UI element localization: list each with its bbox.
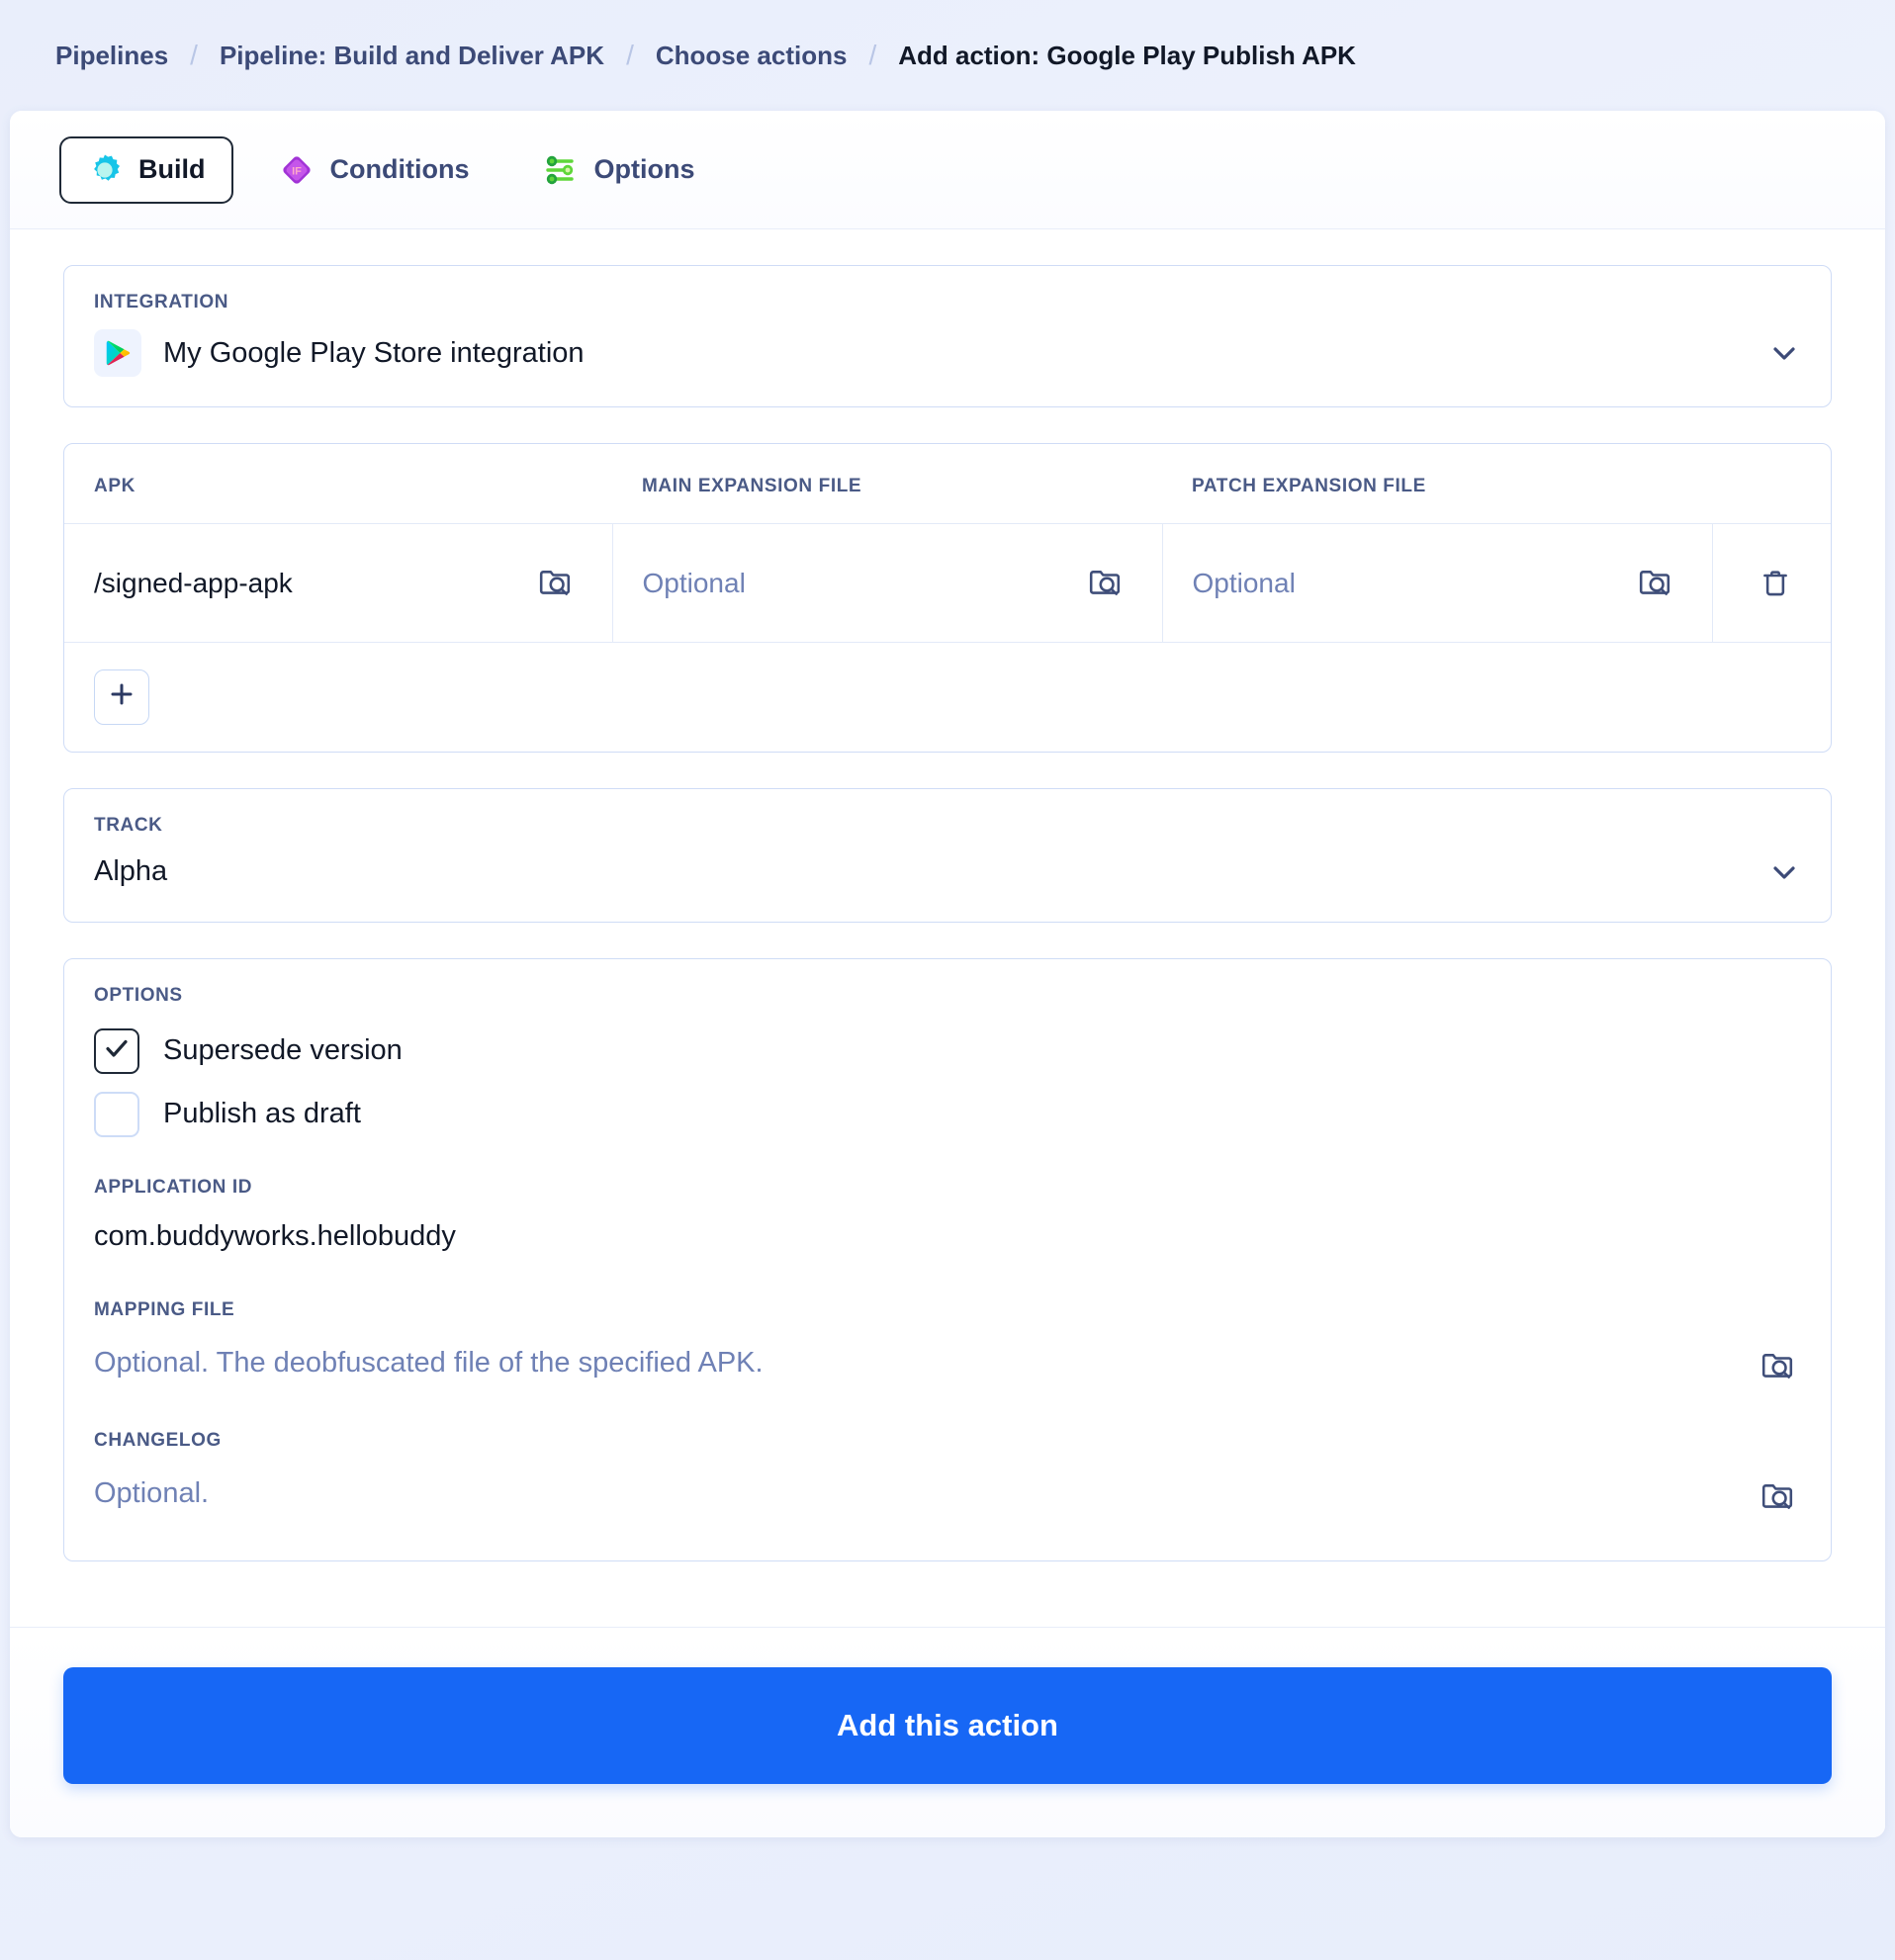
cell-main-expansion: Optional: [612, 523, 1163, 643]
column-header-apk: APK: [64, 444, 612, 524]
folder-search-icon[interactable]: [1631, 560, 1678, 607]
track-select[interactable]: Alpha: [64, 837, 1831, 922]
folder-search-icon[interactable]: [1754, 1343, 1801, 1390]
svg-text:IF: IF: [292, 165, 302, 177]
track-panel: TRACK Alpha: [63, 787, 1832, 923]
tab-options-label: Options: [593, 154, 695, 184]
options-panel: OPTIONS Supersede version Publish as dra…: [63, 957, 1832, 1561]
application-id-input[interactable]: com.buddyworks.hellobuddy: [94, 1220, 1801, 1260]
form-body: INTEGRATION My Google Play Store integra…: [10, 229, 1885, 1627]
breadcrumb-separator: /: [626, 40, 634, 70]
options-sliders-icon: [542, 152, 578, 188]
breadcrumb: Pipelines / Pipeline: Build and Deliver …: [0, 0, 1895, 111]
track-label: TRACK: [94, 814, 163, 836]
breadcrumb-item-current: Add action: Google Play Publish APK: [898, 40, 1356, 70]
tab-build-label: Build: [138, 154, 206, 184]
trash-icon[interactable]: [1752, 560, 1799, 607]
mapping-file-input[interactable]: Optional. The deobfuscated file of the s…: [94, 1347, 1754, 1386]
track-value: Alpha: [94, 855, 168, 887]
breadcrumb-item-pipeline[interactable]: Pipeline: Build and Deliver APK: [220, 41, 604, 71]
main-expansion-input[interactable]: Optional: [643, 568, 1081, 599]
application-id-label: APPLICATION ID: [94, 1176, 253, 1198]
apk-input[interactable]: /signed-app-apk: [94, 568, 531, 599]
integration-label: INTEGRATION: [94, 292, 229, 312]
google-play-icon: [94, 329, 141, 377]
files-table-panel: APK MAIN EXPANSION FILE PATCH EXPANSION …: [63, 443, 1832, 753]
check-icon: [103, 1034, 131, 1067]
integration-select[interactable]: My Google Play Store integration: [64, 313, 1831, 406]
integration-panel: INTEGRATION My Google Play Store integra…: [63, 265, 1832, 407]
changelog-input[interactable]: Optional.: [94, 1477, 1754, 1517]
checkbox-box[interactable]: [94, 1091, 139, 1137]
conditions-if-diamond-icon: IF: [279, 152, 315, 188]
chevron-down-icon[interactable]: [1767, 855, 1801, 889]
checkbox-box[interactable]: [94, 1027, 139, 1074]
patch-expansion-input[interactable]: Optional: [1193, 568, 1631, 599]
mapping-file-label: MAPPING FILE: [94, 1298, 235, 1320]
folder-search-icon[interactable]: [1081, 560, 1128, 607]
tab-options[interactable]: Options: [514, 136, 722, 204]
checkbox-supersede-version[interactable]: Supersede version: [94, 1027, 1801, 1074]
card-footer: Add this action: [10, 1626, 1885, 1837]
checkbox-publish-as-draft[interactable]: Publish as draft: [94, 1091, 1801, 1137]
add-this-action-button[interactable]: Add this action: [63, 1666, 1832, 1784]
tab-conditions[interactable]: IF Conditions: [251, 136, 497, 204]
mapping-file-row: Optional. The deobfuscated file of the s…: [94, 1343, 1801, 1390]
table-add-row: [64, 643, 1831, 752]
table-header-row: APK MAIN EXPANSION FILE PATCH EXPANSION …: [64, 444, 1831, 524]
options-label: OPTIONS: [94, 984, 183, 1006]
action-config-card: Build IF Conditions Options INTEGRATION …: [10, 111, 1885, 1837]
breadcrumb-separator: /: [190, 40, 198, 70]
tab-bar: Build IF Conditions Options: [10, 111, 1885, 229]
cell-delete: [1712, 523, 1831, 643]
build-gear-icon: [87, 152, 123, 188]
checkbox-label-supersede: Supersede version: [163, 1034, 403, 1066]
column-header-actions: [1712, 444, 1831, 524]
tab-build[interactable]: Build: [59, 135, 233, 204]
integration-value: My Google Play Store integration: [163, 336, 585, 369]
plus-icon: [108, 680, 135, 713]
cell-apk: /signed-app-apk: [64, 523, 613, 643]
checkbox-label-publish-draft: Publish as draft: [163, 1098, 361, 1129]
tab-conditions-label: Conditions: [329, 154, 470, 184]
cell-add-row: [64, 643, 1831, 752]
column-header-patch-expansion: PATCH EXPANSION FILE: [1162, 444, 1712, 524]
table-row: /signed-app-apk Optional Optional: [64, 523, 1831, 643]
add-file-row-button[interactable]: [94, 668, 149, 725]
changelog-row: Optional.: [94, 1473, 1801, 1521]
chevron-down-icon[interactable]: [1767, 336, 1801, 370]
breadcrumb-item-pipelines[interactable]: Pipelines: [55, 41, 168, 71]
column-header-main-expansion: MAIN EXPANSION FILE: [612, 444, 1162, 524]
breadcrumb-separator: /: [868, 40, 877, 70]
files-table: APK MAIN EXPANSION FILE PATCH EXPANSION …: [64, 444, 1831, 752]
folder-search-icon[interactable]: [1754, 1473, 1801, 1521]
changelog-label: CHANGELOG: [94, 1429, 222, 1451]
cell-patch-expansion: Optional: [1162, 523, 1713, 643]
folder-search-icon[interactable]: [531, 560, 579, 607]
breadcrumb-item-choose-actions[interactable]: Choose actions: [656, 41, 848, 71]
